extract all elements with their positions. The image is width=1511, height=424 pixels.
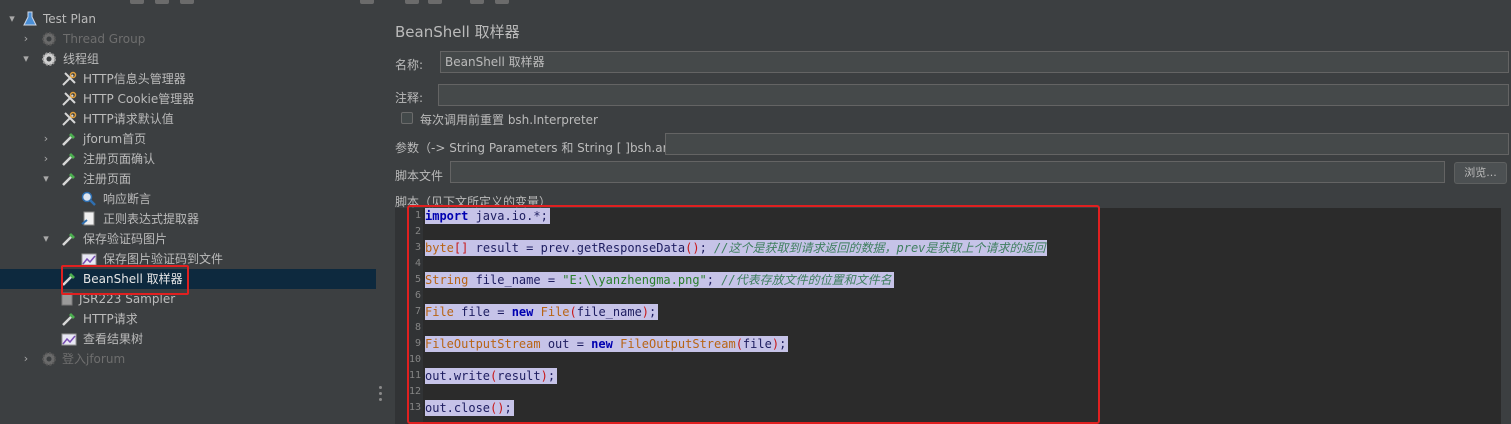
- tree-item-regex-extractor[interactable]: 正则表达式提取器: [0, 209, 376, 229]
- chevron-right-icon[interactable]: ›: [20, 349, 32, 369]
- parameters-field[interactable]: [665, 133, 1509, 155]
- pipette-icon: [61, 231, 77, 247]
- tree-item-label: Test Plan: [43, 12, 96, 26]
- wrench-icon: [61, 71, 77, 87]
- chevron-right-icon[interactable]: ›: [40, 129, 52, 149]
- tree-item-view-results-tree[interactable]: 查看结果树: [0, 329, 376, 349]
- tree-item-thread-group-main[interactable]: ▾ 线程组: [0, 49, 376, 69]
- gear-icon: [41, 51, 57, 67]
- tree-item-thread-group[interactable]: › Thread Group: [0, 29, 376, 49]
- script-file-label: 脚本文件: [395, 169, 444, 183]
- toolbar-icon[interactable]: [155, 0, 169, 4]
- annotation-highlight-box: [61, 265, 189, 295]
- tree-item-request-defaults[interactable]: HTTP请求默认值: [0, 109, 376, 129]
- tree-item-label: 保存验证码图片: [83, 232, 168, 246]
- parameters-label: 参数（-> String Parameters 和 String [ ]bsh.…: [395, 141, 694, 155]
- tree-item-save-captcha[interactable]: ▾ 保存验证码图片: [0, 229, 376, 249]
- comment-label: 注释:: [395, 91, 424, 105]
- tree-item-test-plan[interactable]: ▾ Test Plan: [0, 9, 376, 29]
- tree-item-label: 注册页面确认: [83, 152, 156, 166]
- chevron-down-icon[interactable]: ▾: [40, 229, 52, 249]
- pipette-icon: [61, 151, 77, 167]
- wrench-icon: [61, 111, 77, 127]
- annotation-code-box: [407, 205, 1100, 424]
- tree-item-register-confirm[interactable]: › 注册页面确认: [0, 149, 376, 169]
- tree-item-jforum-home[interactable]: › jforum首页: [0, 129, 376, 149]
- comment-field[interactable]: [438, 84, 1509, 106]
- gear-icon: [41, 31, 57, 47]
- tree-item-http-request[interactable]: HTTP请求: [0, 309, 376, 329]
- splitter-grip-dot: [379, 398, 382, 401]
- pipette-icon: [61, 311, 77, 327]
- chevron-down-icon[interactable]: ▾: [20, 49, 32, 69]
- tree-item-label: 登入jforum: [62, 352, 126, 366]
- tree-item-label: Thread Group: [63, 32, 146, 46]
- tree-item-label: jforum首页: [83, 132, 147, 146]
- toolbar-icon[interactable]: [360, 0, 374, 4]
- pipette-icon: [61, 131, 77, 147]
- tree-item-register-page[interactable]: ▾ 注册页面: [0, 169, 376, 189]
- tree-item-label: HTTP信息头管理器: [83, 72, 186, 86]
- browse-button[interactable]: 浏览...: [1454, 162, 1507, 184]
- extractor-icon: [81, 211, 97, 227]
- chevron-right-icon[interactable]: ›: [40, 149, 52, 169]
- tree-item-label: 正则表达式提取器: [103, 212, 200, 226]
- splitter-grip-dot: [379, 386, 382, 389]
- chevron-down-icon[interactable]: ▾: [40, 169, 52, 189]
- tree-item-label: 响应断言: [103, 192, 152, 206]
- wrench-icon: [61, 91, 77, 107]
- script-file-field[interactable]: [450, 161, 1445, 183]
- tree-item-header-manager[interactable]: HTTP信息头管理器: [0, 69, 376, 89]
- tree-item-response-assertion[interactable]: 响应断言: [0, 189, 376, 209]
- reset-interpreter-label: 每次调用前重置 bsh.Interpreter: [420, 113, 598, 127]
- toolbar-icon[interactable]: [495, 0, 509, 4]
- tree-item-label: HTTP请求: [83, 312, 138, 326]
- toolbar-icon[interactable]: [470, 0, 484, 4]
- reset-interpreter-checkbox[interactable]: [401, 112, 413, 124]
- name-field[interactable]: BeanShell 取样器: [440, 51, 1509, 73]
- page-title: BeanShell 取样器: [395, 23, 520, 41]
- tree-item-label: HTTP Cookie管理器: [83, 92, 195, 106]
- pipette-icon: [61, 171, 77, 187]
- chevron-down-icon[interactable]: ▾: [6, 9, 18, 29]
- chevron-right-icon[interactable]: ›: [20, 29, 32, 49]
- tree-item-label: 查看结果树: [83, 332, 144, 346]
- tree-item-cookie-manager[interactable]: HTTP Cookie管理器: [0, 89, 376, 109]
- tree-item-label: 注册页面: [83, 172, 132, 186]
- name-label: 名称:: [395, 58, 424, 72]
- gear-icon: [41, 351, 57, 367]
- chart-icon: [61, 331, 77, 347]
- tree-item-label: 线程组: [63, 52, 100, 66]
- toolbar-icon[interactable]: [180, 0, 194, 4]
- toolbar-icon[interactable]: [130, 0, 144, 4]
- panel-splitter[interactable]: [376, 6, 385, 424]
- toolbar-icon[interactable]: [405, 0, 419, 4]
- splitter-grip-dot: [379, 392, 382, 395]
- tree-item-login-jforum[interactable]: › 登入jforum: [0, 349, 376, 369]
- tree-item-label: HTTP请求默认值: [83, 112, 174, 126]
- toolbar-icon[interactable]: [428, 0, 442, 4]
- flask-icon: [22, 11, 38, 27]
- editor-scrollbar[interactable]: [1501, 208, 1511, 424]
- test-plan-tree: ▾ Test Plan › Thread Group ▾ 线程组 HTTP信息头…: [0, 6, 376, 424]
- magnifier-icon: [81, 191, 97, 207]
